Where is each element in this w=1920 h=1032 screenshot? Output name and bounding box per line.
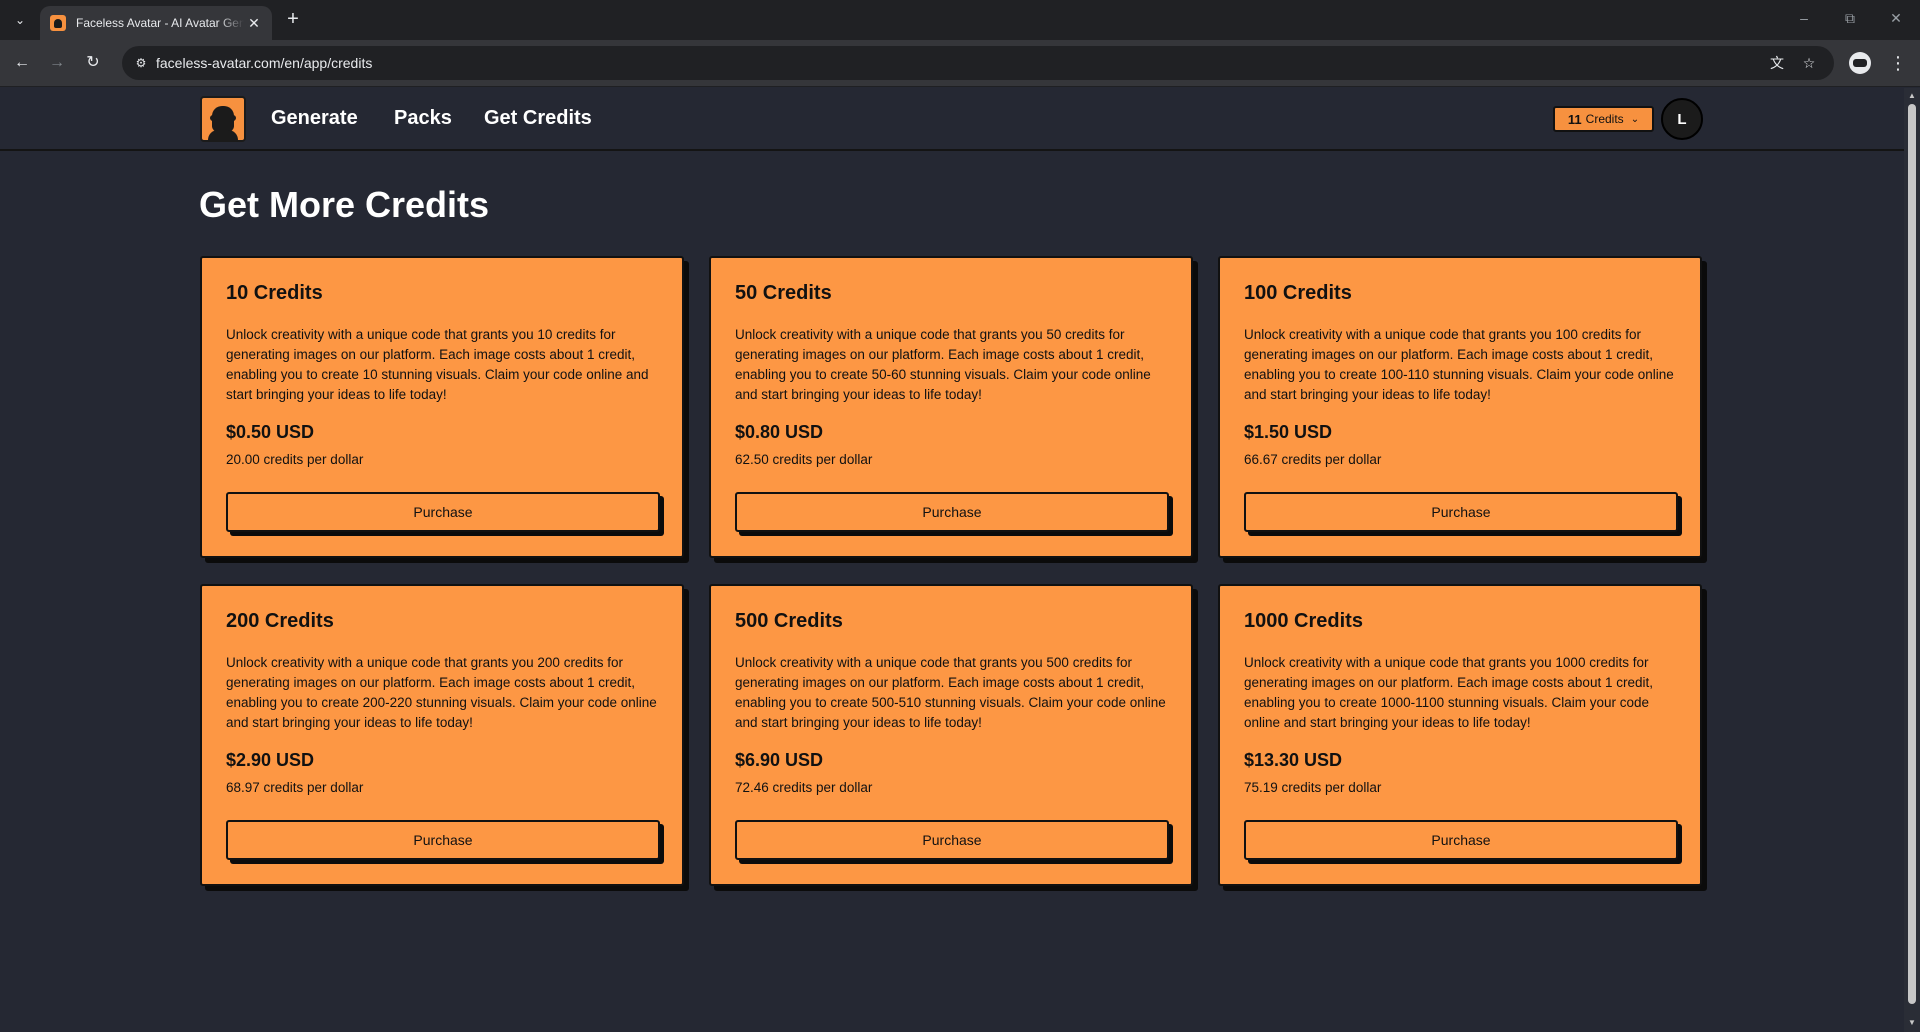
- address-bar[interactable]: ⚙ faceless-avatar.com/en/app/credits 文 ☆: [122, 46, 1834, 80]
- scrollbar-thumb[interactable]: [1908, 104, 1916, 1004]
- pack-credits-per-dollar: 66.67 credits per dollar: [1244, 452, 1382, 467]
- pack-description: Unlock creativity with a unique code tha…: [735, 655, 1166, 730]
- site-navbar: Generate Packs Get Credits 11 Credits ⌄ …: [0, 88, 1904, 151]
- credits-dropdown[interactable]: 11 Credits ⌄: [1553, 106, 1654, 132]
- pack-description: Unlock creativity with a unique code tha…: [1244, 655, 1653, 730]
- pack-description: Unlock creativity with a unique code tha…: [226, 655, 657, 730]
- pack-price: $2.90 USD: [226, 750, 315, 770]
- pack-credits-per-dollar: 75.19 credits per dollar: [1244, 780, 1382, 795]
- favicon-icon: [50, 15, 66, 31]
- window-restore-icon[interactable]: ⧉: [1840, 10, 1860, 27]
- credit-pack-card: 50 Credits Unlock creativity with a uniqu…: [709, 256, 1193, 558]
- pack-title: 50 Credits: [735, 282, 832, 304]
- user-avatar[interactable]: L: [1661, 98, 1703, 140]
- scroll-up-arrow-icon[interactable]: ▲: [1907, 91, 1917, 101]
- tab-close-icon[interactable]: ✕: [246, 15, 262, 32]
- window-minimize-icon[interactable]: –: [1794, 10, 1814, 26]
- nav-link-packs[interactable]: Packs: [394, 107, 452, 130]
- pack-credits-per-dollar: 62.50 credits per dollar: [735, 452, 873, 467]
- credits-label: Credits: [1585, 112, 1624, 126]
- pack-description: Unlock creativity with a unique code tha…: [735, 327, 1151, 402]
- pack-title: 1000 Credits: [1244, 610, 1363, 632]
- new-tab-plus-icon[interactable]: +: [282, 9, 304, 31]
- browser-tab-strip: ⌄ Faceless Avatar - AI Avatar Generator …: [0, 0, 1920, 40]
- tab-title: Faceless Avatar - AI Avatar Generator: [76, 16, 244, 30]
- scroll-down-arrow-icon[interactable]: ▼: [1907, 1018, 1917, 1028]
- pack-price: $0.80 USD: [735, 422, 824, 442]
- chevron-down-icon: ⌄: [1630, 113, 1640, 125]
- translate-icon[interactable]: 文: [1768, 54, 1786, 72]
- pack-credits-per-dollar: 72.46 credits per dollar: [735, 780, 873, 795]
- page-title: Get More Credits: [199, 184, 490, 225]
- purchase-button[interactable]: Purchase: [1244, 492, 1678, 532]
- browser-menu-icon[interactable]: ⋮: [1888, 51, 1908, 75]
- pack-title: 100 Credits: [1244, 282, 1352, 304]
- forward-arrow-icon[interactable]: →: [46, 52, 68, 74]
- purchase-button[interactable]: Purchase: [226, 492, 660, 532]
- browser-tab-active[interactable]: Faceless Avatar - AI Avatar Generator ✕: [40, 6, 272, 40]
- page-scrollbar[interactable]: ▲ ▼: [1904, 88, 1920, 1032]
- pack-price: $1.50 USD: [1244, 422, 1333, 442]
- purchase-button[interactable]: Purchase: [735, 492, 1169, 532]
- pack-credits-per-dollar: 20.00 credits per dollar: [226, 452, 364, 467]
- credit-pack-card: 10 Credits Unlock creativity with a uniqu…: [200, 256, 684, 558]
- browser-toolbar: ← → ↻ ⚙ faceless-avatar.com/en/app/credi…: [0, 40, 1920, 87]
- pack-price: $0.50 USD: [226, 422, 315, 442]
- credit-pack-card: 500 Credits Unlock creativity with a uniq…: [709, 584, 1193, 886]
- faceless-avatar-logo-icon[interactable]: [200, 96, 246, 142]
- pack-credits-per-dollar: 68.97 credits per dollar: [226, 780, 364, 795]
- credit-pack-card: 100 Credits Unlock creativity with a uniq…: [1218, 256, 1702, 558]
- url-text[interactable]: faceless-avatar.com/en/app/credits: [156, 55, 372, 71]
- pack-price: $6.90 USD: [735, 750, 824, 770]
- back-arrow-icon[interactable]: ←: [11, 52, 33, 74]
- pack-title: 500 Credits: [735, 610, 843, 632]
- purchase-button[interactable]: Purchase: [1244, 820, 1678, 860]
- purchase-button[interactable]: Purchase: [735, 820, 1169, 860]
- nav-link-generate[interactable]: Generate: [271, 107, 358, 130]
- page-viewport: Generate Packs Get Credits 11 Credits ⌄ …: [0, 88, 1904, 1032]
- pack-description: Unlock creativity with a unique code tha…: [226, 327, 649, 402]
- credits-count: 11: [1567, 111, 1582, 127]
- nav-link-get-credits[interactable]: Get Credits: [484, 107, 592, 130]
- pack-title: 200 Credits: [226, 610, 334, 632]
- window-close-icon[interactable]: ✕: [1886, 10, 1906, 27]
- bookmark-star-icon[interactable]: ☆: [1800, 54, 1818, 72]
- reload-icon[interactable]: ↻: [82, 52, 104, 74]
- site-info-icon[interactable]: ⚙: [132, 54, 150, 72]
- credit-pack-card: 1000 Credits Unlock creativity with a uni…: [1218, 584, 1702, 886]
- pack-description: Unlock creativity with a unique code tha…: [1244, 327, 1674, 402]
- pack-title: 10 Credits: [226, 282, 323, 304]
- browser-profile-icon[interactable]: [1849, 52, 1871, 74]
- credit-pack-card: 200 Credits Unlock creativity with a uniq…: [200, 584, 684, 886]
- pack-price: $13.30 USD: [1244, 750, 1343, 770]
- tab-search-chevron-icon[interactable]: ⌄: [8, 8, 32, 32]
- purchase-button[interactable]: Purchase: [226, 820, 660, 860]
